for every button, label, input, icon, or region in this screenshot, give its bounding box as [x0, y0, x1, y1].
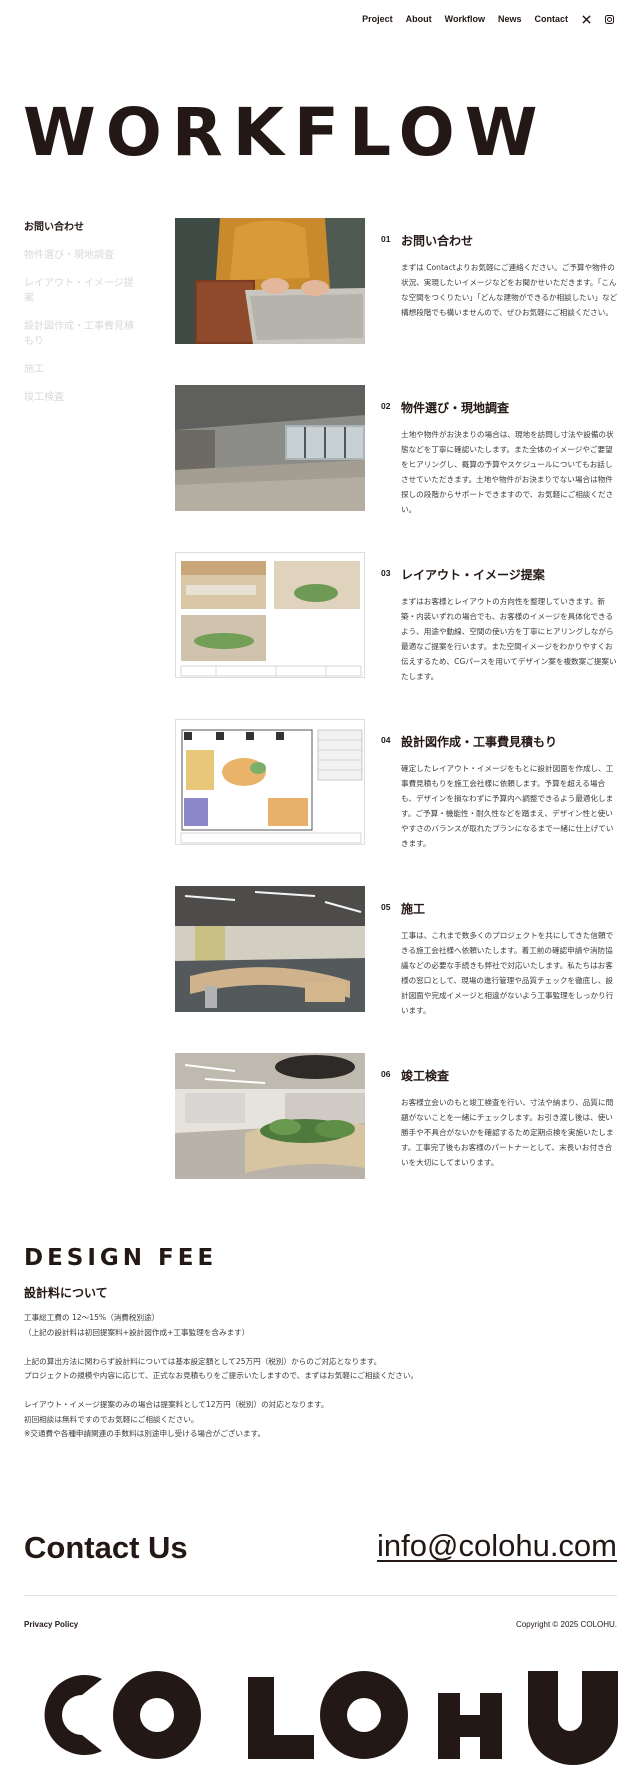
footer-divider — [24, 1595, 617, 1596]
step-number: 02 — [381, 401, 391, 411]
page-title: WORKFLOW — [23, 94, 548, 171]
step-title: 施工 — [401, 902, 426, 916]
sidebar-item-drawing[interactable]: 設計図作成・工事費見積もり — [24, 319, 134, 349]
step-title: 物件選び・現地調査 — [401, 401, 510, 415]
workflow-step: 03 レイアウト・イメージ提案 まずはお客様とレイアウトの方向性を整理していきま… — [175, 552, 620, 681]
step-number: 03 — [381, 568, 391, 578]
step-text: お客様立会いのもと竣工検査を行い、寸法や納まり、品質に問題がないことを一緒にチェ… — [401, 1098, 614, 1167]
step-text: 土地や物件がお決まりの場合は、現地を訪問し寸法や設備の状態などを丁寧に確認いたし… — [401, 430, 614, 514]
step-number: 06 — [381, 1069, 391, 1079]
design-fee-body: 工事総工費の 12〜15%（消費税別途） （上記の設計料は初回提案料+設計図作成… — [24, 1311, 614, 1456]
step-image-inspection — [175, 1053, 365, 1179]
step-image-construction — [175, 886, 365, 1012]
fee-line: 初回相談は無料ですのでお気軽にご相談ください。 — [24, 1414, 199, 1424]
sidebar-item-inquiry[interactable]: お問い合わせ — [24, 220, 134, 235]
step-title: 竣工検査 — [401, 1069, 450, 1083]
step-number: 05 — [381, 902, 391, 912]
step-title: お問い合わせ — [401, 234, 474, 248]
fee-line: 上記の算出方法に関わらず設計料については基本設定額として25万円（税別）からのご… — [24, 1356, 382, 1366]
fee-line: （上記の設計料は初回提案料+設計図作成+工事監理を含みます） — [24, 1327, 250, 1337]
step-number: 01 — [381, 234, 391, 244]
contact-heading: Contact Us — [24, 1530, 188, 1565]
fee-line: ※交通費や各種申請関連の手数料は別途申し受ける場合がございます。 — [24, 1429, 266, 1438]
nav-contact[interactable]: Contact — [535, 14, 569, 24]
workflow-step: 02 物件選び・現地調査 土地や物件がお決まりの場合は、現地を訪問し寸法や設備の… — [175, 385, 620, 514]
design-fee-title: DESIGN FEE — [24, 1245, 218, 1271]
sidebar-item-construction[interactable]: 施工 — [24, 362, 134, 377]
privacy-policy-link[interactable]: Privacy Policy — [24, 1620, 78, 1629]
step-image-inquiry — [175, 218, 365, 344]
step-number: 04 — [381, 735, 391, 745]
step-image-drawing — [175, 719, 365, 845]
fee-line: 工事総工費の 12〜15%（消費税別途） — [24, 1313, 160, 1322]
step-title: 設計図作成・工事費見積もり — [401, 735, 558, 749]
copyright: Copyright © 2025 COLOHU. — [515, 1620, 617, 1629]
colohu-logo — [22, 1665, 620, 1765]
x-icon[interactable] — [581, 14, 591, 24]
sidebar-item-inspection[interactable]: 竣工検査 — [24, 390, 134, 405]
step-text: まずは Contactよりお気軽にご連絡ください。ご予算や物件の状況、実現したい… — [401, 263, 618, 317]
design-fee-subtitle: 設計料について — [24, 1286, 108, 1300]
sidebar-item-property[interactable]: 物件選び・現地調査 — [24, 248, 134, 263]
global-nav: Project About Workflow News Contact — [362, 14, 614, 24]
fee-line: レイアウト・イメージ提案のみの場合は提案料として12万円（税別）の対応となります… — [24, 1400, 329, 1409]
step-text: まずはお客様とレイアウトの方向性を整理していきます。新築・内装いずれの場合でも、… — [401, 597, 617, 681]
fee-paragraph: レイアウト・イメージ提案のみの場合は提案料として12万円（税別）の対応となります… — [24, 1398, 614, 1442]
fee-line: プロジェクトの規模や内容に応じて、正式なお見積もりをご提示いたしますので、まずは… — [24, 1371, 419, 1380]
workflow-sidebar: お問い合わせ 物件選び・現地調査 レイアウト・イメージ提案 設計図作成・工事費見… — [24, 220, 134, 418]
step-image-property — [175, 385, 365, 511]
nav-news[interactable]: News — [498, 14, 522, 24]
sidebar-item-layout[interactable]: レイアウト・イメージ提案 — [24, 276, 134, 306]
step-image-layout — [175, 552, 365, 678]
fee-paragraph: 上記の算出方法に関わらず設計料については基本設定額として25万円（税別）からのご… — [24, 1355, 614, 1384]
nav-about[interactable]: About — [406, 14, 432, 24]
step-text: 確定したレイアウト・イメージをもとに設計図面を作成し、工事費見積もりを施工会社様… — [401, 764, 614, 848]
fee-paragraph: 工事総工費の 12〜15%（消費税別途） （上記の設計料は初回提案料+設計図作成… — [24, 1311, 614, 1340]
step-text: 工事は、これまで数多くのプロジェクトを共にしてきた信頼できる施工会社様へ依頼いた… — [401, 931, 614, 1015]
nav-project[interactable]: Project — [362, 14, 393, 24]
contact-email-link[interactable]: info@colohu.com — [377, 1528, 617, 1564]
nav-workflow[interactable]: Workflow — [445, 14, 485, 24]
workflow-step: 05 施工 工事は、これまで数多くのプロジェクトを共にしてきた信頼できる施工会社… — [175, 886, 620, 1015]
step-title: レイアウト・イメージ提案 — [401, 568, 545, 582]
instagram-icon[interactable] — [604, 14, 614, 24]
workflow-step: 06 竣工検査 お客様立会いのもと竣工検査を行い、寸法や納まり、品質に問題がない… — [175, 1053, 620, 1181]
workflow-step: 01 お問い合わせ まずは Contactよりお気軽にご連絡ください。ご予算や物… — [175, 218, 620, 346]
workflow-step: 04 設計図作成・工事費見積もり 確定したレイアウト・イメージをもとに設計図面を… — [175, 719, 620, 848]
